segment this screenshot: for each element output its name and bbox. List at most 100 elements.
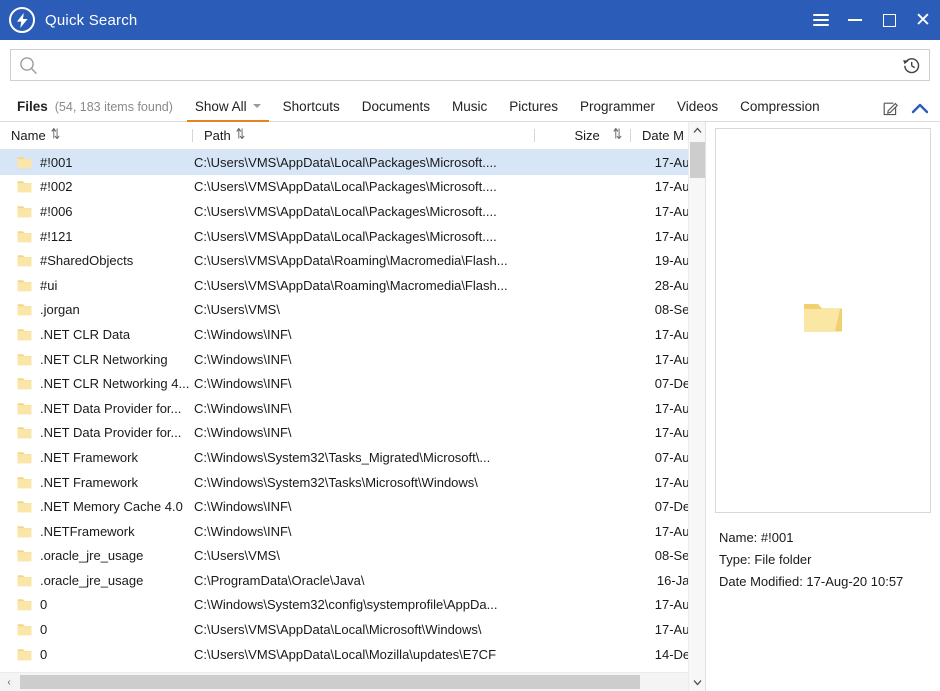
table-row[interactable]: 0 C:\Windows\System32\config\systemprofil… [0, 593, 705, 618]
table-row[interactable]: .NETFramework C:\Windows\INF\ 17-Aug- [0, 519, 705, 544]
horizontal-scroll-track[interactable] [18, 673, 687, 691]
preview-name: Name: #!001 [719, 530, 794, 545]
vertical-scrollbar[interactable] [688, 122, 705, 691]
minimize-button[interactable] [838, 0, 872, 40]
tab-documents-label: Documents [361, 99, 430, 114]
row-name-label: #ui [40, 277, 58, 293]
close-icon: ✕ [915, 8, 931, 31]
tab-videos-label: Videos [677, 99, 719, 114]
preview-pane: Name: #!001 Type: File folder Date Modif… [706, 122, 940, 691]
table-row[interactable]: #SharedObjects C:\Users\VMS\AppData\Roami… [0, 248, 705, 273]
window-title: Quick Search [45, 11, 138, 29]
row-name-cell: .NET CLR Networking 4... [0, 376, 192, 391]
folder-icon [17, 648, 32, 661]
history-clock-icon[interactable] [900, 56, 923, 75]
row-name-cell: .oracle_jre_usage [0, 573, 192, 588]
tab-programmer-label: Programmer [580, 99, 656, 114]
row-name-label: 0 [40, 646, 48, 662]
table-row[interactable]: .NET Memory Cache 4.0 C:\Windows\INF\ 07-D… [0, 494, 705, 519]
sort-indicator-icon: ⇅ [50, 127, 60, 143]
table-row[interactable]: .NET Data Provider for... C:\Windows\INF\… [0, 396, 705, 421]
row-path-cell: C:\Users\VMS\AppData\Local\Microsoft\Win… [194, 622, 482, 638]
scroll-up-button[interactable] [689, 122, 706, 139]
tab-shortcuts[interactable]: Shortcuts [272, 99, 351, 121]
tab-music[interactable]: Music [441, 99, 498, 121]
tab-compression[interactable]: Compression [729, 99, 831, 121]
row-name-label: #SharedObjects [40, 253, 134, 269]
preview-details: Name: #!001 Type: File folder Date Modif… [715, 513, 931, 593]
table-row[interactable]: #!001 C:\Users\VMS\AppData\Local\Packages… [0, 150, 705, 175]
table-row[interactable]: .NET Data Provider for... C:\Windows\INF\… [0, 421, 705, 446]
close-button[interactable]: ✕ [906, 0, 940, 40]
tab-pictures[interactable]: Pictures [498, 99, 569, 121]
row-name-label: .NET Framework [40, 449, 138, 465]
chevron-up-icon[interactable] [911, 102, 929, 115]
row-name-cell: #!121 [0, 229, 192, 244]
folder-icon [17, 303, 32, 316]
folder-icon-large [802, 300, 844, 341]
table-row[interactable]: .NET CLR Networking 4... C:\Windows\INF\ 0… [0, 371, 705, 396]
table-row[interactable]: .jorgan C:\Users\VMS\ 08-Sep- [0, 298, 705, 323]
folder-icon [17, 353, 32, 366]
edit-pencil-square-icon[interactable] [883, 100, 899, 116]
row-name-cell: #!002 [0, 179, 192, 194]
row-name-label: .NETFramework [40, 523, 135, 539]
tab-show-all[interactable]: Show All [184, 99, 272, 122]
results-rows[interactable]: #!001 C:\Users\VMS\AppData\Local\Packages… [0, 150, 705, 672]
scroll-left-button[interactable]: ‹ [0, 673, 18, 691]
column-header-path-label: Path [204, 128, 231, 143]
search-box[interactable] [10, 49, 930, 81]
horizontal-scrollbar[interactable]: ‹ › [0, 672, 705, 691]
table-row[interactable]: .NET CLR Networking C:\Windows\INF\ 17-Aug… [0, 347, 705, 372]
horizontal-scroll-thumb[interactable] [20, 675, 640, 689]
results-summary: Files (54, 183 items found) [0, 99, 173, 121]
tab-documents[interactable]: Documents [351, 99, 441, 121]
hamburger-icon [813, 11, 829, 29]
table-row[interactable]: #!006 C:\Users\VMS\AppData\Local\Packages… [0, 199, 705, 224]
maximize-icon [882, 13, 896, 27]
column-header-size[interactable]: Size ⇅ [535, 122, 630, 149]
row-name-cell: 0 [0, 597, 192, 612]
row-name-label: .oracle_jre_usage [40, 548, 144, 564]
row-name-label: .oracle_jre_usage [40, 572, 144, 588]
folder-icon [17, 476, 32, 489]
table-row[interactable]: .oracle_jre_usage C:\Users\VMS\ 08-Sep- [0, 544, 705, 569]
row-name-cell: .NET CLR Data [0, 327, 192, 342]
menu-button[interactable] [804, 0, 838, 40]
row-name-label: .NET Data Provider for... [40, 425, 182, 441]
row-path-cell: C:\ProgramData\Oracle\Java\ [194, 572, 365, 588]
tab-music-label: Music [451, 99, 488, 114]
maximize-button[interactable] [872, 0, 906, 40]
table-row[interactable]: #!002 C:\Users\VMS\AppData\Local\Packages… [0, 175, 705, 200]
row-path-cell: C:\Windows\INF\ [194, 326, 292, 342]
table-row[interactable]: #!121 C:\Users\VMS\AppData\Local\Packages… [0, 224, 705, 249]
scroll-down-button[interactable] [689, 674, 706, 691]
main-body: Name ⇅ Path ⇅ Size ⇅ Date M #!001 C:\Use… [0, 122, 940, 691]
row-name-label: #!006 [40, 203, 73, 219]
table-row[interactable]: .NET Framework C:\Windows\System32\Tasks_… [0, 445, 705, 470]
column-header-name[interactable]: Name ⇅ [0, 122, 192, 149]
table-row[interactable]: 0 C:\Users\VMS\AppData\Local\Microsoft\Wi… [0, 617, 705, 642]
row-name-label: .NET Memory Cache 4.0 [40, 499, 183, 515]
table-row[interactable]: #ui C:\Users\VMS\AppData\Roaming\Macromed… [0, 273, 705, 298]
row-name-label: .jorgan [40, 302, 80, 318]
vertical-scroll-track[interactable] [689, 139, 706, 674]
tab-videos[interactable]: Videos [666, 99, 729, 121]
search-input[interactable] [38, 51, 900, 79]
column-header-name-label: Name [11, 128, 46, 143]
table-row[interactable]: .NET Framework C:\Windows\System32\Tasks\… [0, 470, 705, 495]
table-row[interactable]: .oracle_jre_usage C:\ProgramData\Oracle\J… [0, 568, 705, 593]
tab-programmer[interactable]: Programmer [569, 99, 666, 121]
quick-search-window: Quick Search ✕ Files (54, 183 items foun… [0, 0, 940, 691]
column-header-size-label: Size [574, 128, 600, 143]
row-name-label: #!121 [40, 228, 73, 244]
folder-icon [17, 180, 32, 193]
column-header-path[interactable]: Path ⇅ [193, 122, 534, 149]
folder-icon [17, 254, 32, 267]
row-name-label: .NET CLR Data [40, 326, 131, 342]
vertical-scroll-thumb[interactable] [689, 142, 705, 178]
folder-icon [17, 205, 32, 218]
row-name-cell: #ui [0, 278, 192, 293]
table-row[interactable]: 0 C:\Users\VMS\AppData\Local\Mozilla\upda… [0, 642, 705, 667]
table-row[interactable]: .NET CLR Data C:\Windows\INF\ 17-Aug- [0, 322, 705, 347]
